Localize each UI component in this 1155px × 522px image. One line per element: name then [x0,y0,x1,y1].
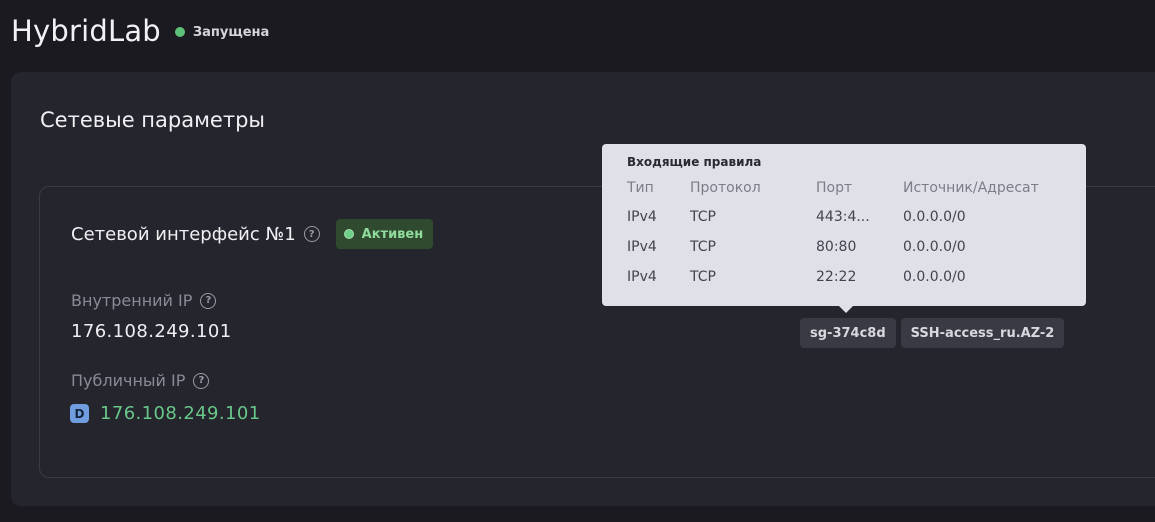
column-header: Источник/Адресат [903,180,1039,196]
cell-type: IPv4 [627,269,657,285]
question-circle-icon[interactable]: ? [303,226,320,242]
cell-port: 80:80 [816,239,857,255]
question-circle-icon[interactable]: ? [200,292,217,309]
column-header: Протокол [690,180,761,196]
cell-source: 0.0.0.0/0 [903,239,966,255]
question-circle-icon[interactable]: ? [193,372,210,389]
app-title: HybridLab [11,14,161,48]
top-bar: HybridLab Запущена [0,0,1155,62]
interface-title: Сетевой интерфейс №1 [71,223,296,245]
security-group-tag[interactable]: SSH-access_ru.AZ-2 [900,318,1065,348]
table-row: IPv4 TCP 80:80 0.0.0.0/0 [627,232,1063,262]
public-ip-row: D 176.108.249.101 [70,403,261,424]
column-header: Тип [627,180,654,196]
status-text: Запущена [192,24,270,40]
cell-port: 443:4... [816,209,870,225]
status-dot-icon [174,27,185,37]
tooltip-title: Входящие правила [627,155,762,169]
security-group-tag[interactable]: sg-374c8d [800,318,896,348]
cell-protocol: TCP [690,239,716,255]
table-header-row: Тип Протокол Порт Источник/Адресат [627,180,1063,202]
internal-ip-label: Внутренний IP ? [71,291,217,310]
cell-source: 0.0.0.0/0 [903,209,966,225]
internal-ip-label-text: Внутренний IP [71,291,193,310]
section-title: Сетевые параметры [40,108,265,132]
cell-type: IPv4 [627,209,657,225]
app-status: Запущена [174,24,270,40]
table-row: IPv4 TCP 443:4... 0.0.0.0/0 [627,202,1063,232]
status-badge-label: Активен [361,226,424,242]
inbound-rules-tooltip: Входящие правила Тип Протокол Порт Источ… [602,144,1086,313]
rules-table: Тип Протокол Порт Источник/Адресат IPv4 … [627,180,1063,292]
security-groups: sg-374c8d SSH-access_ru.AZ-2 [800,318,1069,348]
cell-protocol: TCP [690,209,716,225]
internal-ip-value: 176.108.249.101 [71,321,232,342]
public-ip-value[interactable]: 176.108.249.101 [100,403,261,424]
cell-source: 0.0.0.0/0 [903,269,966,285]
column-header: Порт [816,180,853,196]
public-ip-label-text: Публичный IP [71,371,186,390]
interface-header: Сетевой интерфейс №1 ? Активен [71,219,434,249]
table-row: IPv4 TCP 22:22 0.0.0.0/0 [627,262,1063,292]
cell-port: 22:22 [816,269,857,285]
active-dot-icon [343,229,354,239]
public-ip-label: Публичный IP ? [71,371,210,390]
dynamic-ip-badge: D [70,404,89,423]
cell-protocol: TCP [690,269,716,285]
cell-type: IPv4 [627,239,657,255]
status-badge: Активен [335,219,434,249]
